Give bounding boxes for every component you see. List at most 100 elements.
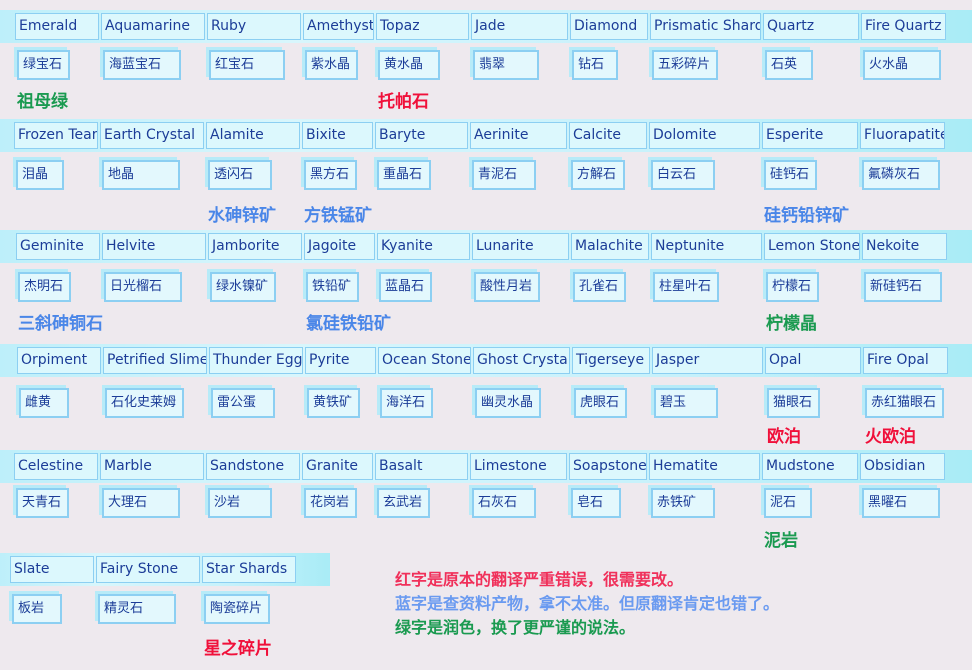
english-name: Pyrite bbox=[305, 347, 376, 374]
chinese-translation: 翡翠 bbox=[473, 50, 539, 80]
english-name: Fire Quartz bbox=[861, 13, 946, 40]
english-name: Mudstone bbox=[762, 453, 858, 480]
english-name: Sandstone bbox=[206, 453, 300, 480]
chinese-translation: 黄铁矿 bbox=[307, 388, 361, 418]
chinese-translation: 海蓝宝石 bbox=[103, 50, 181, 80]
chinese-translation: 玄武岩 bbox=[377, 488, 431, 518]
chinese-translation: 绿宝石 bbox=[17, 50, 71, 80]
english-name: Kyanite bbox=[377, 233, 470, 260]
english-name: Emerald bbox=[15, 13, 99, 40]
chinese-translation: 陶瓷碎片 bbox=[204, 594, 271, 624]
chinese-translation: 新硅钙石 bbox=[864, 272, 942, 302]
chinese-translation: 铁铅矿 bbox=[306, 272, 360, 302]
english-name: Star Shards bbox=[202, 556, 296, 583]
chinese-translation: 石灰石 bbox=[472, 488, 536, 518]
english-name: Celestine bbox=[14, 453, 98, 480]
chinese-translation: 大理石 bbox=[102, 488, 180, 518]
english-name: Ruby bbox=[207, 13, 301, 40]
chinese-translation: 赤铁矿 bbox=[651, 488, 715, 518]
chinese-translation: 绿水镍矿 bbox=[210, 272, 277, 302]
english-name: Esperite bbox=[762, 122, 858, 149]
english-name: Jagoite bbox=[304, 233, 375, 260]
english-name: Lunarite bbox=[472, 233, 569, 260]
english-name: Jade bbox=[471, 13, 568, 40]
corrected-translation-green: 柠檬晶 bbox=[766, 314, 817, 334]
corrected-translation-blue: 硅钙铅锌矿 bbox=[764, 206, 849, 226]
chinese-translation: 蓝晶石 bbox=[379, 272, 433, 302]
chinese-translation: 氟磷灰石 bbox=[862, 160, 940, 190]
chinese-translation: 花岗岩 bbox=[304, 488, 358, 518]
corrected-translation-red: 火欧泊 bbox=[865, 427, 916, 447]
english-name: Dolomite bbox=[649, 122, 760, 149]
legend-red: 红字是原本的翻译严重错误，很需要改。 bbox=[395, 570, 684, 589]
chinese-translation: 雷公蛋 bbox=[211, 388, 275, 418]
chinese-translation: 黑方石 bbox=[304, 160, 358, 190]
chinese-translation: 地晶 bbox=[102, 160, 180, 190]
chinese-translation: 酸性月岩 bbox=[474, 272, 541, 302]
chinese-translation: 板岩 bbox=[12, 594, 62, 624]
chinese-translation: 硅钙石 bbox=[764, 160, 818, 190]
chinese-translation: 青泥石 bbox=[472, 160, 536, 190]
english-name: Nekoite bbox=[862, 233, 947, 260]
chinese-translation: 紫水晶 bbox=[305, 50, 359, 80]
english-name: Lemon Stone bbox=[764, 233, 860, 260]
chinese-translation: 石化史莱姆 bbox=[105, 388, 185, 418]
chinese-translation: 黑曜石 bbox=[862, 488, 940, 518]
corrected-translation-blue: 氯硅铁铅矿 bbox=[306, 314, 391, 334]
english-name: Diamond bbox=[570, 13, 648, 40]
legend-green: 绿字是润色，换了更严谨的说法。 bbox=[395, 618, 636, 637]
chinese-translation: 幽灵水晶 bbox=[475, 388, 542, 418]
english-name: Hematite bbox=[649, 453, 760, 480]
chinese-translation: 红宝石 bbox=[209, 50, 285, 80]
english-name: Frozen Tear bbox=[14, 122, 98, 149]
english-name: Basalt bbox=[375, 453, 468, 480]
english-name: Slate bbox=[10, 556, 94, 583]
chinese-translation: 柱星叶石 bbox=[653, 272, 720, 302]
english-name: Granite bbox=[302, 453, 373, 480]
english-name: Petrified Slime bbox=[103, 347, 207, 374]
chinese-translation: 精灵石 bbox=[98, 594, 176, 624]
english-name: Alamite bbox=[206, 122, 300, 149]
chinese-translation: 猫眼石 bbox=[767, 388, 821, 418]
english-name: Orpiment bbox=[17, 347, 101, 374]
english-name: Neptunite bbox=[651, 233, 762, 260]
english-name: Amethyst bbox=[303, 13, 374, 40]
english-name: Fluorapatite bbox=[860, 122, 945, 149]
chinese-translation: 雌黄 bbox=[19, 388, 69, 418]
english-name: Ghost Crystal bbox=[473, 347, 570, 374]
english-name: Obsidian bbox=[860, 453, 945, 480]
chinese-translation: 泥石 bbox=[764, 488, 812, 518]
chinese-translation: 火水晶 bbox=[863, 50, 941, 80]
legend-blue: 蓝字是查资料产物，拿不太准。但原翻译肯定也错了。 bbox=[395, 594, 780, 613]
english-name: Ocean Stone bbox=[378, 347, 471, 374]
english-name: Helvite bbox=[102, 233, 206, 260]
chinese-translation: 透闪石 bbox=[208, 160, 272, 190]
chinese-translation: 杰明石 bbox=[18, 272, 72, 302]
corrected-translation-red: 托帕石 bbox=[378, 92, 429, 112]
corrected-translation-red: 欧泊 bbox=[767, 427, 801, 447]
chinese-translation: 方解石 bbox=[571, 160, 625, 190]
corrected-translation-blue: 方铁锰矿 bbox=[304, 206, 372, 226]
english-name: Jasper bbox=[652, 347, 763, 374]
chinese-translation: 柠檬石 bbox=[766, 272, 820, 302]
chinese-translation: 钻石 bbox=[572, 50, 618, 80]
corrected-translation-blue: 水砷锌矿 bbox=[208, 206, 276, 226]
english-name: Bixite bbox=[302, 122, 373, 149]
gem-translation-sheet: 红字是原本的翻译严重错误，很需要改。 蓝字是查资料产物，拿不太准。但原翻译肯定也… bbox=[0, 0, 972, 670]
chinese-translation: 天青石 bbox=[16, 488, 70, 518]
chinese-translation: 皂石 bbox=[571, 488, 621, 518]
english-name: Quartz bbox=[763, 13, 859, 40]
english-name: Fire Opal bbox=[863, 347, 948, 374]
english-name: Fairy Stone bbox=[96, 556, 200, 583]
english-name: Earth Crystal bbox=[100, 122, 204, 149]
corrected-translation-blue: 三斜砷铜石 bbox=[18, 314, 103, 334]
chinese-translation: 孔雀石 bbox=[573, 272, 627, 302]
corrected-translation-red: 星之碎片 bbox=[204, 639, 272, 659]
corrected-translation-green: 泥岩 bbox=[764, 531, 798, 551]
chinese-translation: 黄水晶 bbox=[378, 50, 440, 80]
chinese-translation: 重晶石 bbox=[377, 160, 431, 190]
english-name: Topaz bbox=[376, 13, 469, 40]
chinese-translation: 赤红猫眼石 bbox=[865, 388, 945, 418]
english-name: Opal bbox=[765, 347, 861, 374]
english-name: Jamborite bbox=[208, 233, 302, 260]
